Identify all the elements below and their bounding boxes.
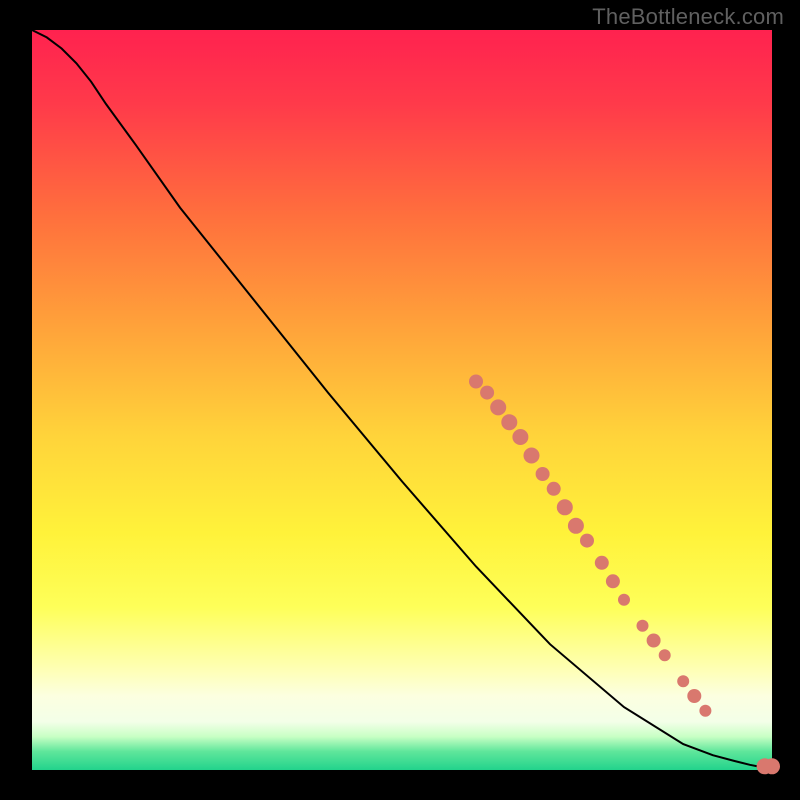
scatter-dot bbox=[547, 482, 561, 496]
chart-svg bbox=[0, 0, 800, 800]
scatter-dot bbox=[568, 518, 584, 534]
scatter-dot bbox=[647, 634, 661, 648]
scatter-dot bbox=[659, 649, 671, 661]
scatter-dot bbox=[618, 594, 630, 606]
scatter-dot bbox=[677, 675, 689, 687]
scatter-dot bbox=[512, 429, 528, 445]
scatter-dot bbox=[606, 574, 620, 588]
scatter-dot bbox=[557, 499, 573, 515]
scatter-dot bbox=[469, 375, 483, 389]
scatter-dot bbox=[637, 620, 649, 632]
scatter-dot bbox=[501, 414, 517, 430]
scatter-dot bbox=[687, 689, 701, 703]
chart-stage: TheBottleneck.com bbox=[0, 0, 800, 800]
scatter-dot bbox=[699, 705, 711, 717]
scatter-dot bbox=[580, 534, 594, 548]
scatter-dot bbox=[595, 556, 609, 570]
scatter-dot bbox=[764, 758, 780, 774]
scatter-dot bbox=[524, 448, 540, 464]
scatter-dot bbox=[490, 399, 506, 415]
scatter-dot bbox=[536, 467, 550, 481]
scatter-dot bbox=[480, 386, 494, 400]
